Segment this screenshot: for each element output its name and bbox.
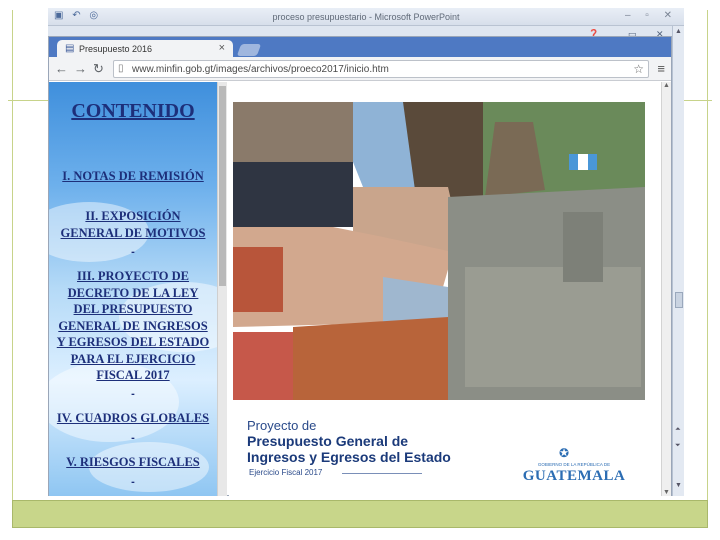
menu-link-cuadros-globales[interactable]: IV. CUADROS GLOBALES [53,410,213,427]
collage-photo-girl [233,332,293,400]
contents-frame: CONTENIDO I. NOTAS DE REMISIÓN II. EXPOS… [49,82,217,496]
menu-link-proyecto-decreto[interactable]: III. PROYECTO DE DECRETO DE LA LEY DEL P… [53,268,213,384]
scroll-down-icon[interactable]: ▼ [663,489,670,496]
cover-line-3: Ingresos y Egresos del Estado [247,449,451,465]
scroll-up-icon[interactable]: ▲ [663,82,670,89]
scroll-up-icon[interactable]: ▲ [675,28,682,35]
slide-decor-line-left [8,100,48,101]
slide-decor-vline-right [707,10,708,500]
menu-link-exposicion-motivos[interactable]: II. EXPOSICIÓN GENERAL DE MOTIVOS [53,208,213,241]
slide-decor-vline-left [12,10,13,500]
menu-link-notas-remision[interactable]: I. NOTAS DE REMISIÓN [53,168,213,185]
cover-line-1: Proyecto de [247,418,317,433]
previous-slide-icon[interactable]: ⏶ [675,426,681,434]
slide-bottom-band [12,500,708,528]
address-bar[interactable]: ▯ www.minfin.gob.gt/images/archivos/proe… [113,60,649,78]
menu-link-riesgos-fiscales[interactable]: V. RIESGOS FISCALES [53,454,213,471]
tab-title: Presupuesto 2016 [79,44,153,54]
window-controls[interactable]: – ▫ ✕ [625,10,678,21]
palace-facade [465,267,641,387]
browser-window: ▤ Presupuesto 2016 × ← → ↻ ▯ www.minfin.… [48,36,672,496]
contents-scrollbar[interactable] [217,82,227,496]
collage-photo-farmer [293,317,448,400]
flag-white-band [578,154,588,170]
scroll-down-icon[interactable]: ▼ [675,482,682,489]
menu-separator: - [131,476,135,488]
collage-photo-people [233,102,353,162]
guatemala-logo: ✪ GOBIERNO DE LA REPÚBLICA DE GUATEMALA [519,446,629,490]
browser-menu-icon[interactable]: ≡ [657,61,665,76]
tab-strip: ▤ Presupuesto 2016 × [49,37,671,57]
cover-line-2: Presupuesto General de [247,433,409,449]
powerpoint-titlebar: ▣ ↶ ◎ proceso presupuestario - Microsoft… [48,8,684,26]
menu-separator: - [131,432,135,444]
coat-of-arms-icon: ✪ [559,446,570,460]
menu-separator: - [131,246,135,258]
url-text: www.minfin.gob.gt/images/archivos/proeco… [132,64,389,75]
bookmark-star-icon[interactable]: ☆ [633,62,644,76]
scrollbar-thumb[interactable] [219,86,226,286]
reload-icon[interactable]: ↻ [93,61,104,77]
logo-small-text: GOBIERNO DE LA REPÚBLICA DE [537,462,611,467]
contents-title: CONTENIDO [71,100,195,122]
next-slide-icon[interactable]: ⏷ [675,442,681,450]
menu-separator: - [131,388,135,400]
browser-toolbar: ← → ↻ ▯ www.minfin.gob.gt/images/archivo… [49,57,671,81]
palace-tower [563,212,603,282]
new-tab-button[interactable] [236,44,262,56]
logo-big-text: GUATEMALA [522,468,626,484]
cover-subtitle: Ejercicio Fiscal 2017 [249,468,323,477]
tab-close-icon[interactable]: × [219,42,225,54]
back-arrow-icon[interactable]: ← [55,61,68,76]
collage-photo-police [233,162,353,227]
cover-frame: Proyecto de Presupuesto General de Ingre… [229,82,661,496]
powerpoint-slide: ▣ ↶ ◎ proceso presupuestario - Microsoft… [0,0,720,540]
scrollbar-thumb[interactable] [675,292,683,308]
window-title: proceso presupuestario - Microsoft Power… [272,12,460,22]
powerpoint-vertical-scrollbar[interactable]: ▲ ⏶ ⏷ ▼ [672,26,684,496]
collage-photo-child [233,247,283,312]
browser-tab[interactable]: ▤ Presupuesto 2016 × [57,40,233,57]
cover-scrollbar[interactable]: ▲ ▼ [661,82,671,496]
forward-arrow-icon[interactable]: → [74,61,87,76]
photo-collage [233,102,645,400]
cover-title: Proyecto de Presupuesto General de Ingre… [247,418,451,465]
page-favicon-icon: ▤ [65,43,75,54]
page-icon: ▯ [118,63,124,74]
cover-subtitle-line [342,473,422,474]
